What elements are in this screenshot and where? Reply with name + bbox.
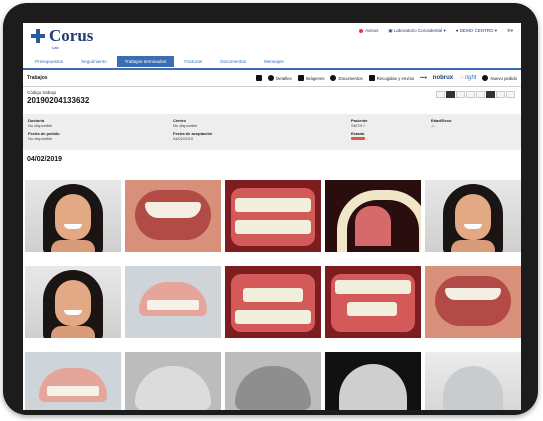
pager-item[interactable] — [496, 91, 505, 98]
top-links: Avisos ▣ Laboratorio Corusdental ▾ ● DEM… — [359, 28, 513, 34]
tab-trabajos-terminados[interactable]: Trabajos terminados — [116, 56, 175, 67]
pager-item[interactable] — [486, 91, 495, 98]
nobrux-link[interactable]: nobrux — [433, 75, 453, 81]
work-toolbar: Trabajos Detalles Imágenes Documentos Re… — [23, 70, 521, 87]
details-col-1: Doctor/a No disponible Fecha de pedido N… — [28, 118, 60, 144]
cross-logo-icon — [31, 29, 45, 43]
brand-name: Corus — [49, 26, 94, 45]
tab-facturas[interactable]: Facturas — [176, 56, 210, 67]
page-title: Trabajos — [27, 75, 48, 81]
details-col-4: Edad/Sexo -/- — [431, 118, 451, 131]
details-col-2: Centro No disponible Fecha de aceptación… — [173, 118, 212, 144]
user-icon: ● — [455, 28, 459, 33]
smile-closeup-thumbnail[interactable] — [125, 180, 221, 252]
alerts-link[interactable]: Avisos — [359, 28, 378, 34]
truck-icon — [368, 75, 375, 81]
bell-icon — [359, 28, 364, 33]
lab-link[interactable]: ▣ Laboratorio Corusdental ▾ — [388, 28, 445, 34]
details-col-3: Paciente SMTH I Estado — [351, 118, 367, 141]
document-icon — [330, 75, 337, 81]
dental-model-thumbnail[interactable] — [125, 266, 221, 338]
more-button[interactable]: •••▾ — [420, 75, 427, 81]
gallery-date: 04/02/2019 — [27, 156, 63, 163]
prep-teeth-thumbnail[interactable] — [325, 266, 421, 338]
work-details-panel: Doctor/a No disponible Fecha de pedido N… — [23, 114, 521, 150]
shipping-button[interactable] — [256, 75, 263, 81]
toolbar-actions: Detalles Imágenes Documentos Recogidas y… — [256, 75, 517, 81]
pickups-button[interactable]: Recogidas y envíos — [368, 75, 414, 81]
camera-icon — [297, 75, 304, 81]
more-icon: •••▾ — [420, 75, 427, 80]
age-value: -/- — [431, 123, 435, 128]
building-icon: ▣ — [388, 28, 393, 33]
tablet-frame: Corus Lab Avisos ▣ Laboratorio Corusdent… — [3, 3, 538, 415]
user-menu[interactable]: ● DEMO CENTRO ▾ — [456, 28, 497, 34]
patient-portrait-thumbnail[interactable] — [25, 266, 121, 338]
render-model-thumbnail[interactable] — [225, 352, 321, 410]
new-order-button[interactable]: Nuevo pedido — [482, 75, 517, 81]
patient-portrait-thumbnail[interactable] — [425, 180, 521, 252]
settings-menu[interactable]: ✲▾ — [507, 28, 513, 34]
work-code-section: Código trabajo 20190204133632 — [23, 87, 521, 114]
patient-value: SMTH I — [351, 123, 365, 128]
tab-presupuestos[interactable]: Presupuestos — [27, 56, 71, 67]
intraoral-thumbnail[interactable] — [225, 180, 321, 252]
cast-model-thumbnail[interactable] — [25, 352, 121, 410]
scan-model-thumbnail[interactable] — [125, 352, 221, 410]
gear-icon: ✲ — [506, 28, 511, 33]
patient-portrait-thumbnail[interactable] — [25, 180, 121, 252]
retractor-thumbnail[interactable] — [225, 266, 321, 338]
tab-documentos[interactable]: Documentos — [212, 56, 254, 67]
plus-icon — [482, 75, 489, 81]
tab-mensajes[interactable]: Mensajes — [256, 56, 292, 67]
documents-button[interactable]: Documentos — [330, 75, 363, 81]
framework-thumbnail[interactable] — [325, 352, 421, 410]
pager-last[interactable] — [506, 91, 515, 98]
pager-item[interactable] — [476, 91, 485, 98]
model-photo-thumbnail[interactable] — [425, 352, 521, 410]
top-bar: Corus Lab Avisos ▣ Laboratorio Corusdent… — [23, 23, 521, 55]
status-badge — [351, 136, 367, 141]
tab-seguimiento[interactable]: Seguimiento — [73, 56, 115, 67]
accept-date-value: 04/02/2019 — [173, 136, 194, 141]
brand-sub: Lab — [52, 45, 59, 50]
app-screen: Corus Lab Avisos ▣ Laboratorio Corusdent… — [23, 23, 521, 410]
right-link[interactable]: ·:·right — [459, 75, 476, 81]
pager-first[interactable] — [436, 91, 445, 98]
doctor-value: No disponible — [28, 123, 53, 128]
details-button[interactable]: Detalles — [268, 75, 292, 81]
images-button[interactable]: Imágenes — [297, 75, 324, 81]
info-icon — [268, 75, 275, 81]
pager-current[interactable] — [446, 91, 455, 98]
pager-item[interactable] — [456, 91, 465, 98]
corus-logo[interactable]: Corus — [31, 26, 94, 45]
pager — [436, 91, 515, 98]
truck-icon — [256, 75, 263, 81]
lips-closeup-thumbnail[interactable] — [425, 266, 521, 338]
center-value: No disponible — [173, 123, 198, 128]
main-nav: Presupuestos Seguimiento Trabajos termin… — [23, 55, 521, 68]
upper-arch-thumbnail[interactable] — [325, 180, 421, 252]
pager-item[interactable] — [466, 91, 475, 98]
order-date-value: No disponible — [28, 136, 53, 141]
